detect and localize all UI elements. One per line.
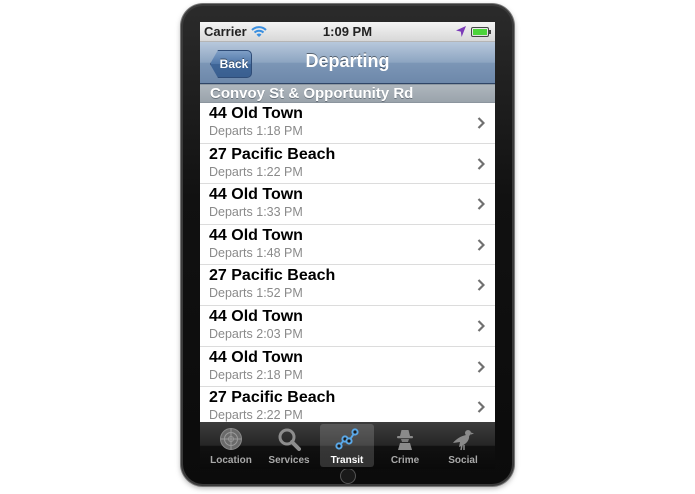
pigeon-icon (453, 430, 474, 451)
tab-label: Location (210, 455, 252, 466)
route-name: 44 Old Town (209, 186, 303, 204)
navigation-bar: Back Departing (200, 42, 495, 84)
departure-time: Departs 1:18 PM (209, 124, 303, 138)
transit-route-icon (335, 428, 359, 450)
status-bar: Carrier 1:09 PM (200, 22, 495, 42)
departure-row[interactable]: 27 Pacific Beach Departs 1:22 PM (200, 143, 495, 185)
radar-icon (220, 428, 242, 450)
departure-time: Departs 2:03 PM (209, 326, 303, 341)
page-title: Departing (305, 51, 390, 71)
departure-row[interactable]: 44 Old Town Departs 2:03 PM (200, 305, 495, 347)
chevron-right-icon (477, 360, 485, 373)
tab-label: Services (268, 455, 310, 466)
tab-services[interactable]: Services (262, 424, 316, 467)
tab-transit[interactable]: Transit (320, 424, 374, 467)
departure-time: Departs 2:18 PM (209, 367, 303, 382)
chevron-right-icon (477, 401, 485, 413)
chevron-right-icon (477, 320, 485, 332)
chevron-right-icon (477, 279, 485, 292)
screen: Carrier 1:09 PM Back Departing Convoy St… (200, 22, 495, 469)
chevron-right-icon (477, 117, 485, 129)
route-name: 44 Old Town (209, 307, 303, 325)
departure-time: Departs 1:33 PM (209, 205, 303, 220)
departure-time: Departs 1:22 PM (209, 164, 303, 179)
tab-label: Crime (390, 455, 420, 466)
departure-list: 44 Old Town Departs 1:18 PM 27 Pacific B… (200, 103, 495, 428)
tab-crime[interactable]: Crime (378, 424, 432, 467)
tab-label: Social (448, 455, 478, 466)
home-button[interactable] (340, 468, 356, 484)
departure-time: Departs 1:48 PM (209, 245, 303, 260)
chevron-right-icon (477, 239, 485, 251)
route-name: 44 Old Town (209, 105, 303, 122)
departure-time: Departs 1:52 PM (209, 286, 303, 301)
departure-row[interactable]: 27 Pacific Beach Departs 1:52 PM (200, 265, 495, 306)
detective-icon (397, 430, 413, 450)
route-name: 27 Pacific Beach (209, 389, 336, 407)
status-time: 1:09 PM (322, 24, 373, 39)
departure-row[interactable]: 44 Old Town Departs 1:18 PM (200, 103, 495, 144)
route-name: 27 Pacific Beach (209, 267, 336, 285)
tab-bar: Location Services Transit Crime Social (200, 422, 495, 469)
departure-time: Departs 2:22 PM (209, 408, 303, 423)
route-name: 44 Old Town (209, 348, 303, 366)
departure-row[interactable]: 44 Old Town Departs 2:18 PM (200, 346, 495, 388)
location-arrow-icon (456, 26, 466, 37)
tab-social[interactable]: Social (436, 424, 490, 467)
chevron-right-icon (477, 157, 485, 170)
route-name: 44 Old Town (209, 226, 303, 244)
tab-location[interactable]: Location (204, 424, 258, 467)
chevron-right-icon (477, 198, 485, 210)
route-name: 27 Pacific Beach (209, 145, 336, 163)
stop-section-header: Convoy St & Opportunity Rd (200, 84, 495, 103)
magnifier-icon (278, 428, 301, 451)
departure-row[interactable]: 44 Old Town Departs 1:48 PM (200, 224, 495, 266)
departure-row[interactable]: 44 Old Town Departs 1:33 PM (200, 184, 495, 225)
battery-icon (471, 27, 491, 37)
tab-label: Transit (330, 455, 364, 466)
